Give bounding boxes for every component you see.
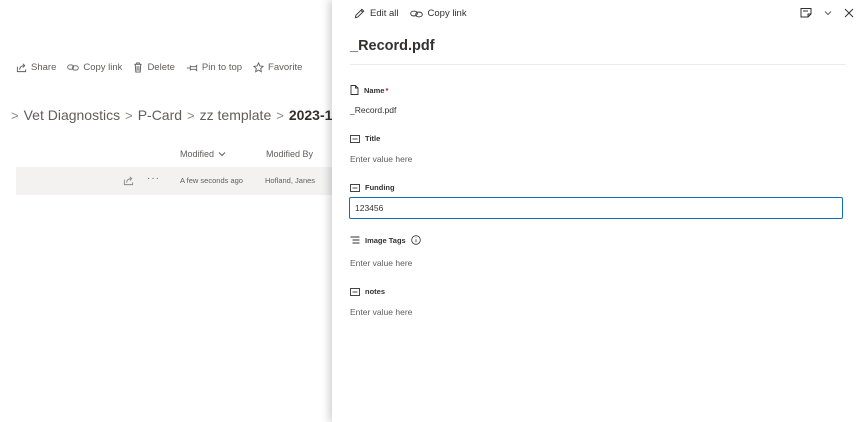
text-field-icon: [350, 134, 360, 143]
column-header-modified[interactable]: Modified: [180, 149, 226, 159]
close-icon[interactable]: [844, 8, 854, 18]
panel-divider: [350, 64, 846, 65]
tags-icon: [350, 236, 360, 244]
copy-link-button[interactable]: Copy link: [67, 62, 122, 73]
column-header-modified-by[interactable]: Modified By: [266, 149, 313, 159]
pin-icon: [186, 63, 198, 72]
row-modified: A few seconds ago: [180, 176, 243, 185]
panel-copy-link-label: Copy link: [427, 8, 467, 19]
breadcrumb-chevron-icon: >: [187, 107, 195, 123]
column-header-modified-label: Modified: [180, 149, 215, 159]
column-header-modified-by-label: Modified By: [266, 149, 314, 159]
share-label: Share: [31, 62, 57, 73]
field-label-image-tags: Image Tags: [350, 235, 426, 245]
pencil-icon: [354, 8, 365, 19]
breadcrumb-item-vet-diagnostics[interactable]: Vet Diagnostics: [24, 107, 121, 123]
panel-command-bar: Edit all Copy link: [354, 8, 478, 19]
share-icon: [16, 63, 27, 73]
field-label-name-text: Name: [364, 85, 385, 95]
panel-window-controls: [788, 7, 854, 18]
funding-input[interactable]: [349, 197, 843, 219]
breadcrumb-item-zz-template[interactable]: zz template: [200, 107, 272, 123]
trash-icon: [134, 62, 143, 73]
command-bar: Share Copy link Delete Pin to top Favori…: [16, 62, 313, 73]
breadcrumb-item-p-card[interactable]: P-Card: [138, 107, 182, 123]
breadcrumb-chevron-icon: >: [11, 107, 19, 123]
document-icon: [350, 85, 359, 95]
field-value-title[interactable]: Enter value here: [350, 154, 412, 164]
field-label-name: Name *: [350, 85, 388, 95]
favorite-button[interactable]: Favorite: [253, 62, 302, 73]
copy-link-label: Copy link: [83, 62, 123, 73]
row-more-actions-icon[interactable]: ···: [147, 173, 160, 184]
chevron-down-icon: [218, 152, 226, 157]
link-icon: [67, 64, 80, 71]
delete-label: Delete: [147, 62, 175, 73]
open-details-icon[interactable]: [800, 7, 812, 18]
row-modified-by: Hofland, Janes: [265, 176, 316, 185]
document-library: Share Copy link Delete Pin to top Favori…: [0, 0, 332, 422]
link-icon: [409, 10, 423, 17]
star-icon: [253, 62, 265, 73]
panel-file-title: _Record.pdf: [350, 38, 435, 54]
edit-all-button[interactable]: Edit all: [354, 8, 399, 19]
details-panel: Edit all Copy link _Record.pdf Name * _R…: [332, 0, 864, 422]
chevron-down-icon[interactable]: [824, 10, 832, 16]
field-value-name[interactable]: _Record.pdf: [350, 105, 396, 115]
pin-to-top-button[interactable]: Pin to top: [186, 62, 242, 73]
field-label-notes: notes: [350, 287, 385, 296]
table-row[interactable]: ··· A few seconds ago Hofland, Janes: [16, 167, 332, 195]
field-label-funding: Funding: [350, 183, 395, 192]
field-label-title-text: Title: [365, 134, 381, 143]
breadcrumb-current: 2023-10: [288, 107, 332, 123]
share-button[interactable]: Share: [16, 62, 56, 73]
breadcrumb: > Vet Diagnostics > P-Card > zz template…: [6, 107, 332, 123]
panel-copy-link-button[interactable]: Copy link: [409, 8, 467, 19]
field-label-title: Title: [350, 134, 380, 143]
text-field-icon: [350, 287, 360, 296]
edit-all-label: Edit all: [370, 8, 399, 19]
required-mark: *: [385, 85, 389, 95]
favorite-label: Favorite: [268, 62, 303, 73]
field-value-image-tags[interactable]: Enter value here: [350, 258, 412, 268]
breadcrumb-chevron-icon: >: [125, 107, 133, 123]
field-label-funding-text: Funding: [365, 183, 395, 192]
breadcrumb-chevron-icon: >: [276, 107, 284, 123]
field-label-image-tags-text: Image Tags: [365, 235, 406, 245]
field-value-notes[interactable]: Enter value here: [350, 307, 412, 317]
delete-button[interactable]: Delete: [133, 62, 175, 73]
field-label-notes-text: notes: [365, 287, 386, 296]
row-share-icon[interactable]: [123, 175, 134, 186]
pin-to-top-label: Pin to top: [201, 62, 243, 73]
text-field-icon: [350, 183, 360, 192]
info-icon[interactable]: [411, 235, 421, 245]
